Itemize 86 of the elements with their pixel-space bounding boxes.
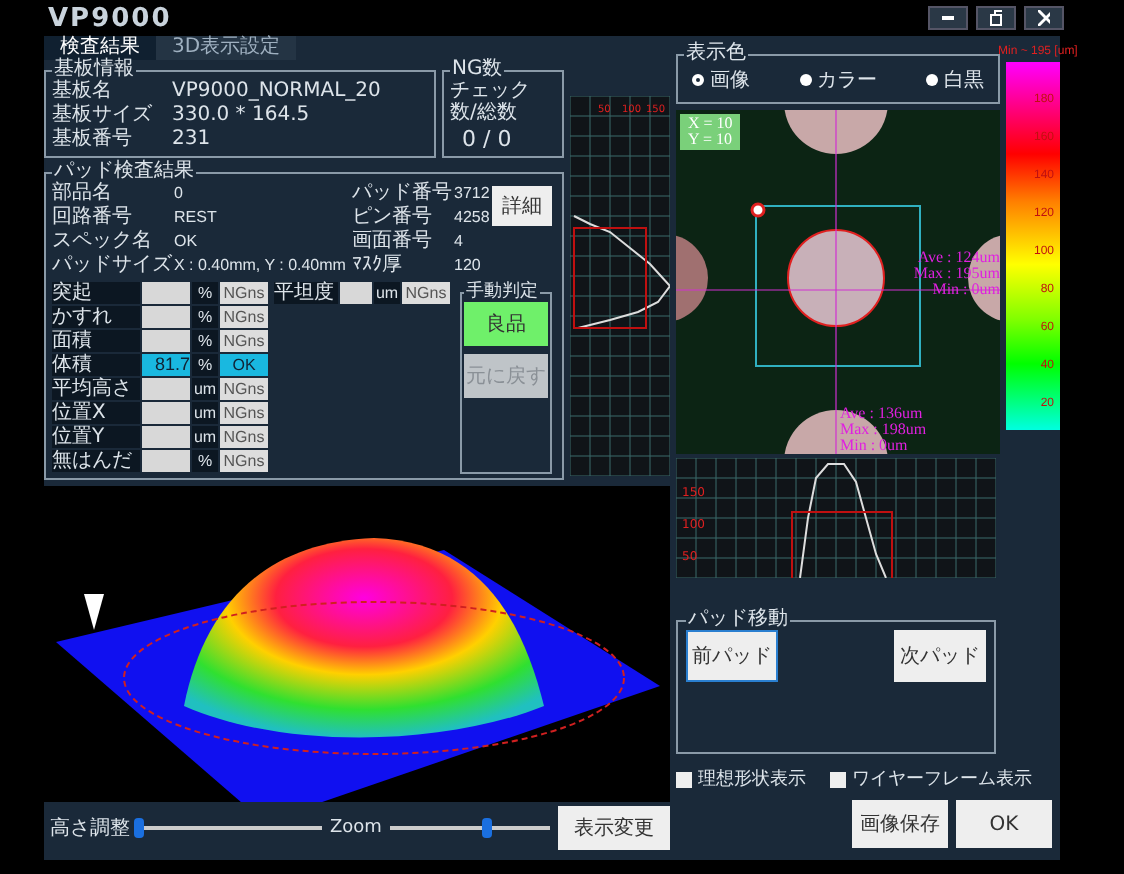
field-value: 3712 <box>454 182 490 206</box>
field-value: 0 <box>174 182 183 206</box>
unit-label: % <box>192 306 218 328</box>
unit-label: % <box>192 330 218 352</box>
option-checkbox[interactable]: 理想形状表示 <box>676 766 806 792</box>
ng-count-value: 0 / 0 <box>462 126 514 152</box>
field-value: VP9000_NORMAL_20 <box>172 80 381 104</box>
height-adjust-label: 高さ調整 <box>50 817 130 839</box>
field-label: チェック数/総数 <box>450 80 532 124</box>
field-value: OK <box>174 230 198 254</box>
unit-label: % <box>192 282 218 304</box>
result-label: NGns <box>220 378 268 400</box>
measure-value <box>340 282 372 304</box>
minimize-icon[interactable] <box>928 6 968 30</box>
result-label: NGns <box>220 330 268 352</box>
display-change-button[interactable]: 表示変更 <box>557 806 670 850</box>
result-label: NGns <box>220 306 268 328</box>
result-label: NGns <box>220 402 268 424</box>
field-value: 231 <box>172 128 211 152</box>
field-label: 部品名 <box>52 182 114 205</box>
ideal-shape-outline <box>573 227 647 329</box>
result-label: NGns <box>220 282 268 304</box>
field-label: スペック名 <box>52 230 154 254</box>
field-label: 画面番号 <box>352 230 434 254</box>
result-label: OK <box>220 354 268 376</box>
field-label: パッド番号 <box>352 182 454 205</box>
unit-label: % <box>192 450 218 472</box>
restore-icon[interactable] <box>976 6 1016 30</box>
save-image-button[interactable]: 画像保存 <box>852 800 948 848</box>
field-value: 120 <box>454 254 481 278</box>
detail-button[interactable]: 詳細 <box>492 186 552 226</box>
cursor-coordinates: X = 10 Y = 10 <box>680 114 741 150</box>
measure-value: 81.7 <box>142 354 190 376</box>
measure-label: 位置Y <box>52 426 140 448</box>
group-title: パッド移動 <box>686 610 790 630</box>
unit-label: % <box>192 354 218 376</box>
app-title: VP9000 <box>48 3 172 33</box>
field-value: 4258 <box>454 206 490 230</box>
field-value: 4 <box>454 230 463 254</box>
group-title: 手動判定 <box>464 282 540 302</box>
pad-move-button[interactable]: 次パッド <box>894 630 986 682</box>
group-title: NG数 <box>450 60 505 80</box>
field-label: 基板名 <box>52 80 114 103</box>
measure-label: 無はんだ <box>52 450 140 472</box>
group-title: パッド検査結果 <box>54 162 196 182</box>
unit-label: um <box>374 282 400 304</box>
ok-button[interactable]: OK <box>956 800 1052 848</box>
measure-label: 平均高さ <box>52 378 140 400</box>
color-mode-radio[interactable]: 画像 <box>692 66 750 94</box>
unit-label: um <box>192 402 218 424</box>
group-title: 基板情報 <box>54 60 136 80</box>
unit-label: um <box>192 378 218 400</box>
zoom-slider[interactable] <box>389 816 550 840</box>
result-label: NGns <box>220 450 268 472</box>
field-value: X : 0.40mm, Y : 0.40mm <box>174 254 346 278</box>
close-icon[interactable] <box>1024 6 1064 30</box>
measure-label: 平坦度 <box>274 282 338 304</box>
ideal-shape-outline <box>791 511 893 578</box>
field-label: 回路番号 <box>52 206 132 230</box>
tab[interactable]: 3D表示設定 <box>156 36 297 60</box>
measure-label: 突起 <box>52 282 140 304</box>
result-label: NGns <box>402 282 450 304</box>
measure-label: 体積 <box>52 354 140 376</box>
field-label: ﾏｽｸ厚 <box>352 254 404 278</box>
group-title: 表示色 <box>684 44 748 64</box>
pad-move-button[interactable]: 前パッド <box>686 630 778 682</box>
field-value: REST <box>174 206 217 230</box>
field-value: 330.0 * 164.5 <box>172 104 310 128</box>
profile-line <box>799 463 887 578</box>
unit-label: um <box>192 426 218 448</box>
tab[interactable]: 検査結果 <box>44 36 156 60</box>
field-label: 基板サイズ <box>52 104 154 127</box>
profile-line <box>573 215 670 329</box>
field-label: 基板番号 <box>52 128 134 152</box>
pass-button[interactable]: 良品 <box>464 302 548 346</box>
field-label: パッドサイズ <box>52 254 174 278</box>
color-mode-radio[interactable]: カラー <box>799 66 877 94</box>
result-label: NGns <box>220 426 268 448</box>
measure-label: 面積 <box>52 330 140 352</box>
option-checkbox[interactable]: ワイヤーフレーム表示 <box>830 766 1032 792</box>
height-slider[interactable] <box>138 816 322 840</box>
color-mode-radio[interactable]: 白黒 <box>926 66 984 94</box>
zoom-label: Zoom <box>330 817 382 839</box>
measure-label: かすれ <box>52 306 140 328</box>
measure-label: 位置X <box>52 402 140 424</box>
field-label: ピン番号 <box>352 206 434 229</box>
